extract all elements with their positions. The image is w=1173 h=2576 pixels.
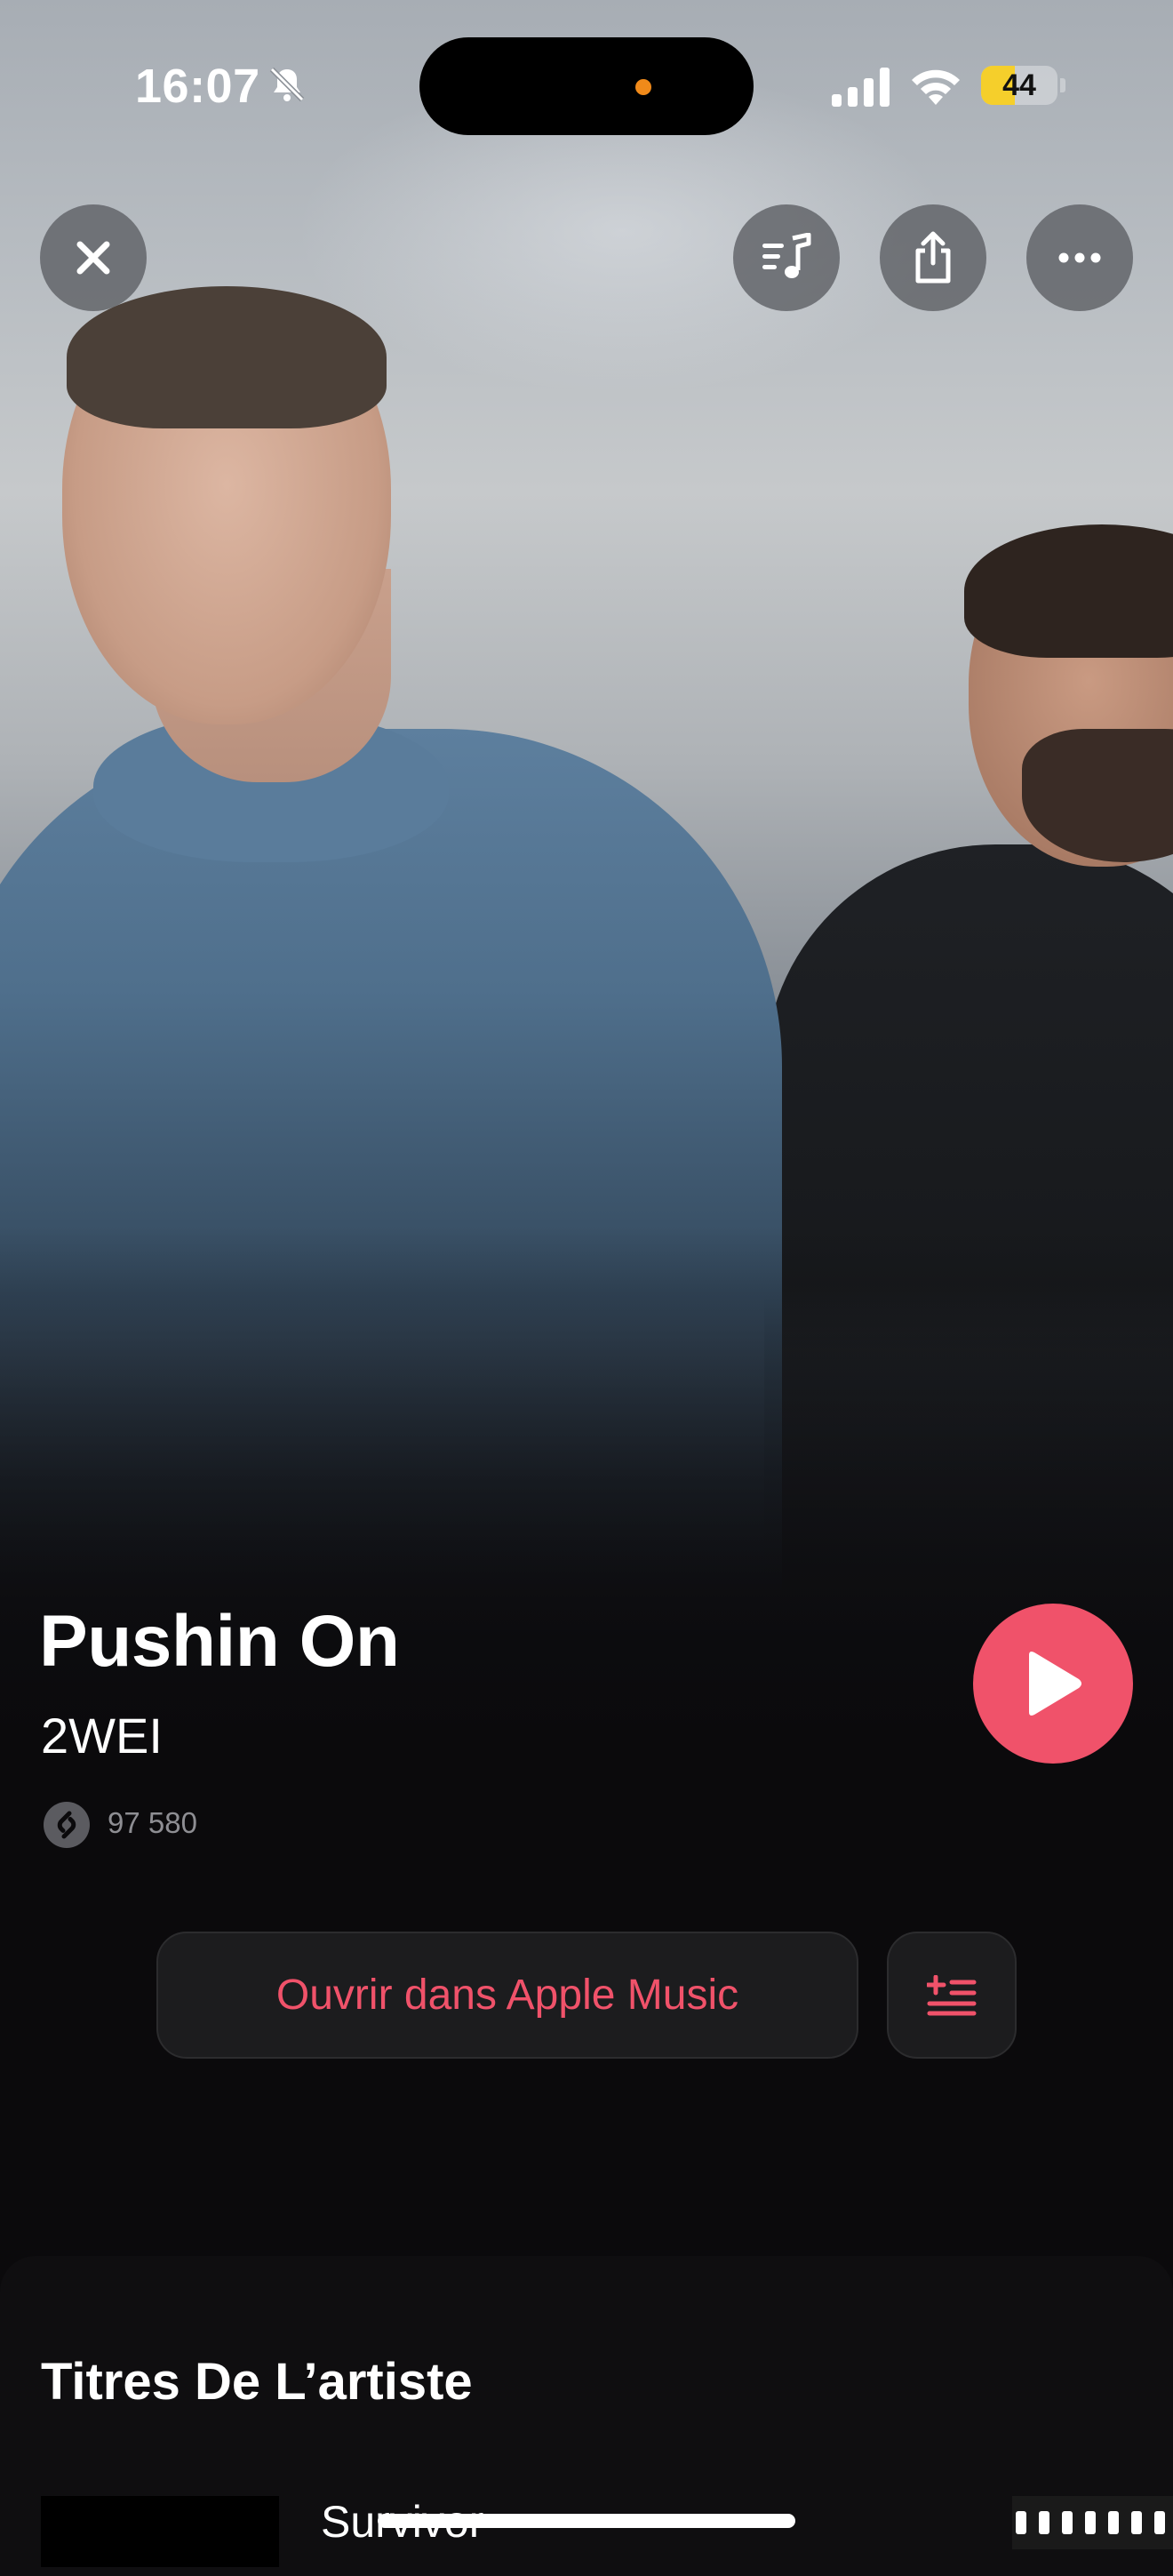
close-icon: [76, 241, 110, 275]
dynamic-island: [419, 37, 754, 135]
battery-indicator: 44: [981, 66, 1057, 105]
share-icon: [915, 231, 951, 284]
add-to-queue-icon: [927, 1974, 977, 2015]
open-in-apple-music-button[interactable]: Ouvrir dans Apple Music: [156, 1932, 858, 2059]
close-button[interactable]: [40, 204, 147, 311]
music-list-icon: [762, 233, 811, 278]
privacy-indicator: [635, 79, 651, 95]
play-icon: [1029, 1652, 1081, 1716]
wifi-icon: [912, 69, 960, 105]
section-heading: Titres De L’artiste: [41, 2353, 473, 2411]
person-left-hair: [67, 286, 387, 428]
lyrics-button[interactable]: [733, 204, 840, 311]
bell-slash-icon: [269, 67, 305, 102]
add-to-queue-button[interactable]: [887, 1932, 1017, 2059]
share-button[interactable]: [880, 204, 986, 311]
track-preview-artwork[interactable]: [1012, 2496, 1173, 2549]
more-button[interactable]: [1026, 204, 1133, 311]
cellular-signal-icon: [832, 68, 890, 107]
shazam-count: 97 580: [108, 1806, 197, 1839]
status-time: 16:07: [135, 60, 260, 113]
artist-photo: [0, 0, 1173, 2240]
person-right-hair: [964, 524, 1173, 658]
artist-name[interactable]: 2WEI: [41, 1707, 163, 1764]
shazam-icon: [44, 1802, 90, 1848]
song-title: Pushin On: [39, 1601, 400, 1682]
battery-level: 44: [1002, 68, 1036, 102]
track-artwork[interactable]: [41, 2496, 279, 2567]
home-indicator[interactable]: [378, 2514, 795, 2528]
play-button[interactable]: [973, 1604, 1133, 1764]
ellipsis-icon: [1058, 252, 1101, 263]
battery-tip: [1060, 78, 1065, 92]
